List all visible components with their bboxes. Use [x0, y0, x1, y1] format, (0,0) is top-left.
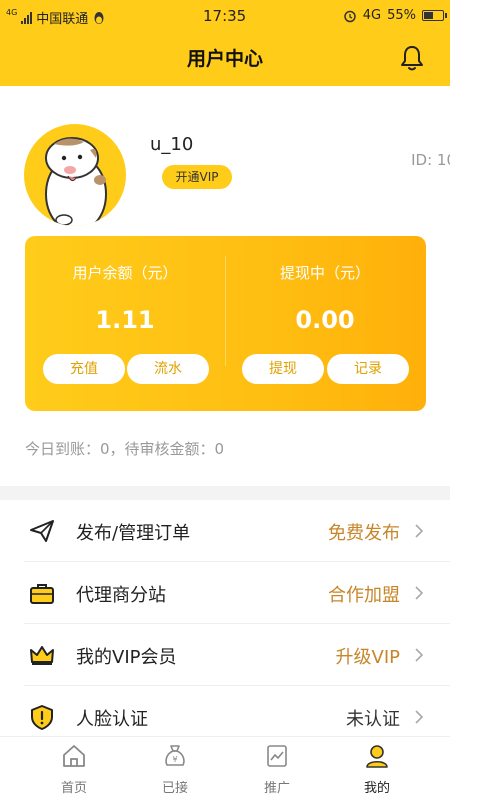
- qq-penguin-icon: [94, 11, 104, 24]
- chevron-right-icon: [415, 524, 424, 538]
- user-balance-section: 用户余额（元） 1.11 充值 流水: [25, 236, 225, 411]
- shield-icon: [31, 705, 53, 730]
- tab-promotion[interactable]: 推广: [221, 737, 333, 800]
- withdrawing-section: 提现中（元） 0.00 提现 记录: [225, 236, 425, 411]
- cat-avatar-illustration: [45, 137, 107, 226]
- transactions-button[interactable]: 流水: [127, 354, 209, 384]
- user-icon: [366, 745, 388, 768]
- username: u_10: [150, 134, 194, 155]
- tab-label: 已接: [161, 781, 188, 796]
- carrier-info: 4G 中国联通: [6, 8, 106, 27]
- open-vip-button[interactable]: 开通VIP: [162, 165, 232, 189]
- page-title: 用户中心: [186, 48, 263, 70]
- status-right: 4G 55%: [343, 8, 447, 23]
- battery-percent: 55%: [387, 8, 416, 23]
- clock: 17:35: [203, 7, 247, 25]
- balance-card: 用户余额（元） 1.11 充值 流水 提现中（元） 0.00 提现 记录: [25, 236, 426, 411]
- right-margin: [450, 0, 480, 800]
- withdraw-button[interactable]: 提现: [242, 354, 324, 384]
- today-summary: 今日到账：0，待审核金额：0: [25, 440, 225, 458]
- bottom-tab-bar: 首页 ¥ 已接 推广 我的: [0, 736, 450, 800]
- briefcase-icon: [30, 584, 54, 604]
- tab-mine[interactable]: 我的: [321, 737, 433, 800]
- menu-item-agent-station[interactable]: 代理商分站 合作加盟: [0, 562, 450, 624]
- chevron-right-icon: [415, 586, 424, 600]
- network-type: 4G: [362, 8, 382, 23]
- home-icon: [63, 745, 85, 767]
- menu-value: 免费发布: [328, 523, 400, 544]
- avatar[interactable]: [24, 124, 126, 226]
- signal-icon: [21, 11, 33, 24]
- money-bag-icon: ¥: [165, 745, 185, 766]
- svg-text:¥: ¥: [172, 755, 177, 764]
- user-balance-label: 用户余额（元）: [72, 264, 178, 282]
- tab-home[interactable]: 首页: [18, 737, 130, 800]
- chevron-right-icon: [415, 710, 424, 724]
- menu-item-publish-orders[interactable]: 发布/管理订单 免费发布: [0, 500, 450, 562]
- section-separator: [0, 486, 450, 500]
- withdrawing-amount: 0.00: [295, 306, 355, 334]
- bell-icon[interactable]: [397, 43, 427, 73]
- tab-label: 我的: [363, 781, 390, 796]
- menu-value: 未认证: [346, 709, 400, 730]
- header-bar: 4G 中国联通 17:35 4G 55% 用户中心: [0, 0, 450, 86]
- battery-icon: [422, 10, 447, 21]
- network-small-label: 4G: [6, 8, 18, 17]
- withdrawing-label: 提现中（元）: [279, 264, 370, 282]
- chart-icon: [267, 745, 287, 767]
- menu-label: 我的VIP会员: [76, 647, 177, 668]
- tab-accepted[interactable]: ¥ 已接: [119, 737, 231, 800]
- recharge-button[interactable]: 充值: [43, 354, 125, 384]
- status-bar: 4G 中国联通 17:35 4G 55%: [0, 0, 450, 32]
- crown-icon: [30, 646, 54, 665]
- menu-label: 发布/管理订单: [76, 523, 191, 544]
- alarm-icon: [343, 10, 356, 22]
- user-balance-amount: 1.11: [95, 306, 155, 334]
- tab-label: 推广: [263, 781, 290, 796]
- chevron-right-icon: [415, 648, 424, 662]
- menu-value: 合作加盟: [328, 585, 400, 606]
- records-button[interactable]: 记录: [327, 354, 409, 384]
- menu-label: 人脸认证: [76, 709, 148, 730]
- carrier-name: 中国联通: [36, 12, 89, 27]
- menu-value: 升级VIP: [335, 647, 400, 668]
- paper-plane-icon: [30, 520, 54, 542]
- menu-item-vip-member[interactable]: 我的VIP会员 升级VIP: [0, 624, 450, 686]
- tab-label: 首页: [60, 781, 87, 796]
- menu-label: 代理商分站: [76, 585, 166, 606]
